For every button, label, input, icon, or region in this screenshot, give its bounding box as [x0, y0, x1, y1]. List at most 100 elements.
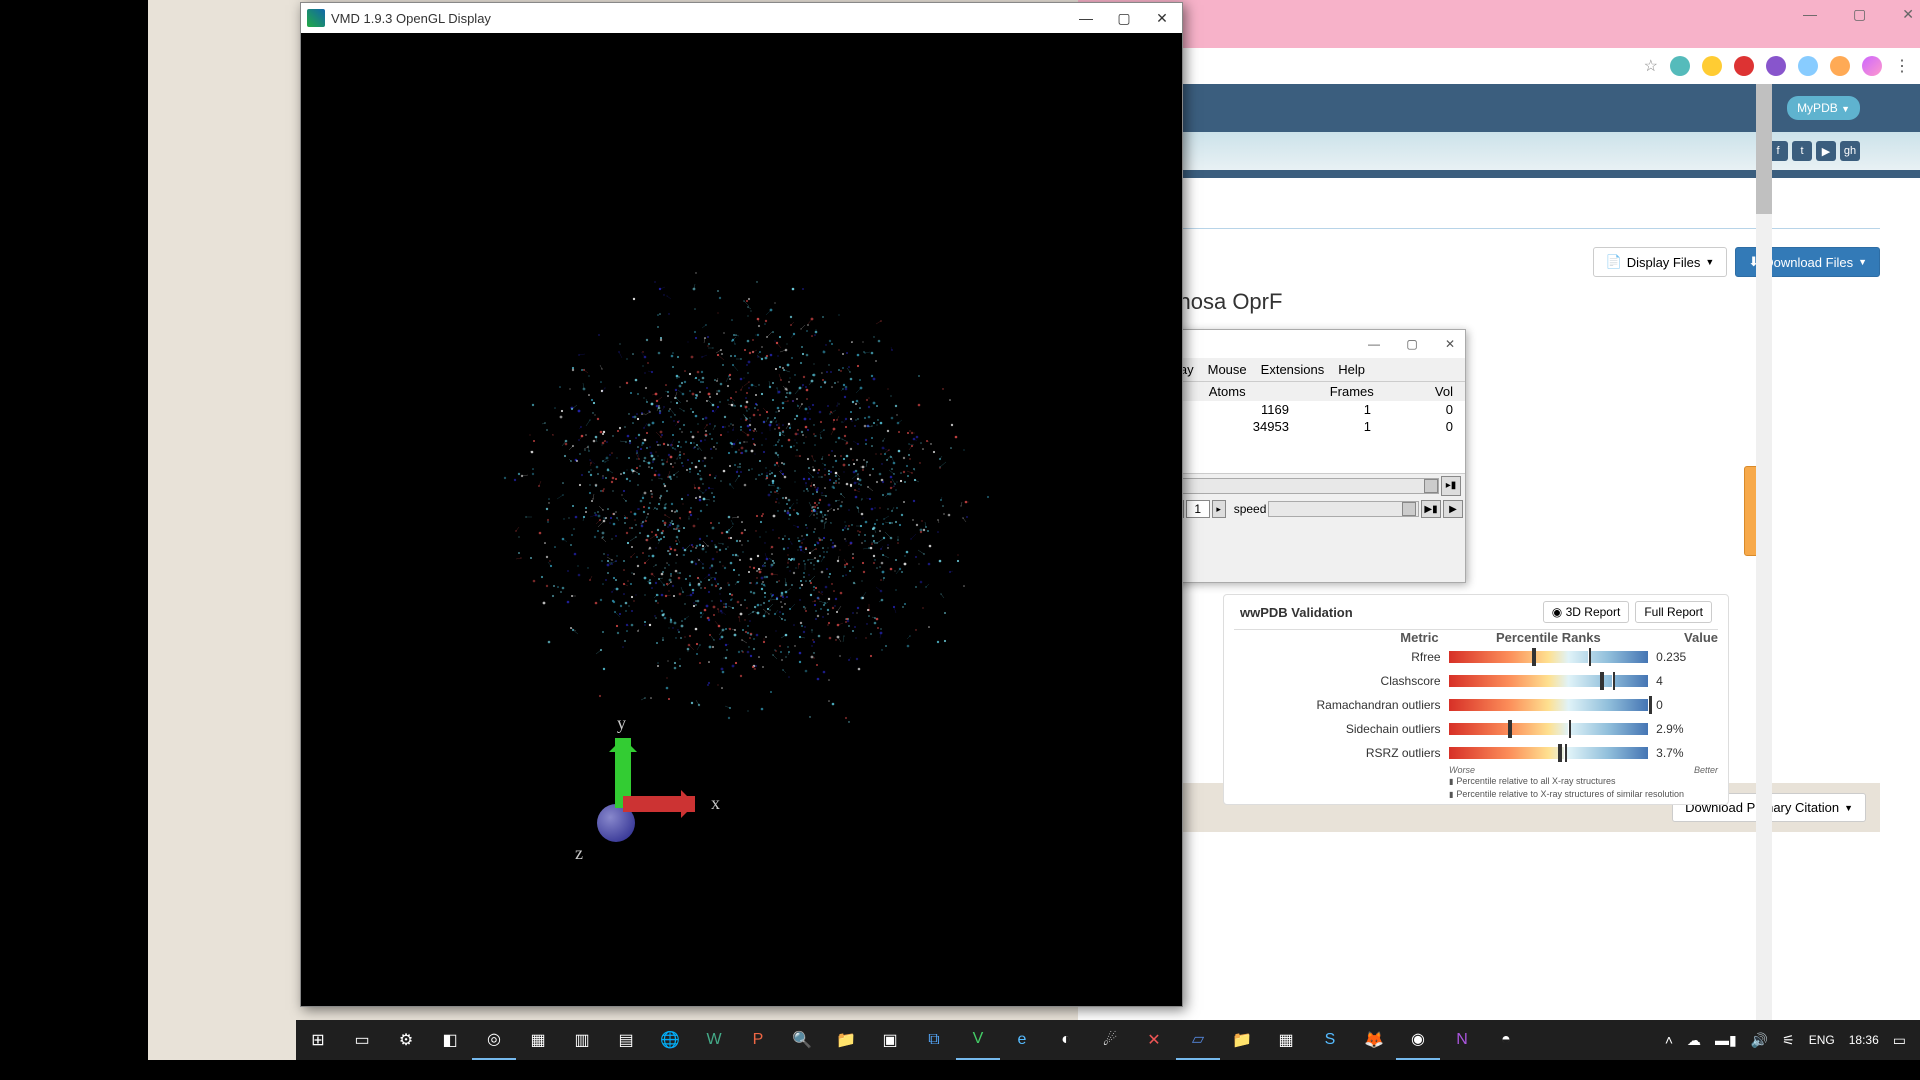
onenote-icon[interactable]: N	[1440, 1020, 1484, 1060]
frame-end-button[interactable]: ▸▮	[1441, 476, 1461, 496]
taskbar-app[interactable]: ☄	[1088, 1020, 1132, 1060]
skype-icon[interactable]: S	[1308, 1020, 1352, 1060]
speed-slider[interactable]	[1268, 501, 1419, 517]
extension-icon[interactable]	[1798, 56, 1818, 76]
youtube-icon[interactable]: ▶	[1816, 141, 1836, 161]
cloud-icon[interactable]: ☁	[1687, 1032, 1701, 1049]
vmd-main-minimize[interactable]: ―	[1367, 337, 1381, 351]
step-up-button[interactable]: ▸	[1212, 500, 1226, 518]
vmd-main-maximize[interactable]: ▢	[1405, 337, 1419, 351]
vmd-main-window: ― ▢ ✕ Display Mouse Extensions Help Atom…	[1142, 329, 1466, 583]
taskbar-app[interactable]: 📁	[1220, 1020, 1264, 1060]
col-frames: Frames	[1258, 382, 1386, 401]
full-report-button[interactable]: Full Report	[1635, 601, 1712, 623]
table-row[interactable]: 3495310	[1143, 418, 1465, 435]
edge-icon[interactable]: e	[1000, 1020, 1044, 1060]
taskbar-app[interactable]: 🔍	[780, 1020, 824, 1060]
y-axis-label: y	[617, 713, 626, 734]
adblock-icon[interactable]	[1734, 56, 1754, 76]
browser-scrollbar[interactable]	[1756, 84, 1772, 1024]
molecule-render	[482, 240, 1002, 760]
validation-row: Ramachandran outliers 0	[1234, 693, 1718, 717]
browser-toolbar: ☆ ⋮	[1078, 48, 1920, 84]
battery-icon[interactable]: ▬▮	[1715, 1032, 1737, 1049]
language-indicator[interactable]: ENG	[1809, 1033, 1835, 1047]
chrome-icon[interactable]: ◉	[1396, 1020, 1440, 1060]
taskbar-app[interactable]: 🌐	[648, 1020, 692, 1060]
extension-icon[interactable]	[1766, 56, 1786, 76]
taskbar-app[interactable]: ▤	[604, 1020, 648, 1060]
table-row[interactable]: 116910	[1143, 401, 1465, 418]
notifications-icon[interactable]: ▭	[1893, 1032, 1906, 1049]
z-axis-label: z	[575, 843, 583, 864]
frame-slider-row: ▸▮	[1143, 473, 1465, 497]
taskbar-app[interactable]: ▦	[1264, 1020, 1308, 1060]
x-axis-label: x	[711, 793, 720, 814]
frame-slider[interactable]	[1145, 478, 1439, 494]
mypdb-button[interactable]: MyPDB ▼	[1787, 96, 1860, 120]
vmd-opengl-window: VMD 1.9.3 OpenGL Display ― ▢ ✕ y x z	[300, 2, 1183, 1007]
clock[interactable]: 18:36	[1849, 1033, 1879, 1047]
powershell-icon[interactable]: ▱	[1176, 1020, 1220, 1060]
vmd-gl-title: VMD 1.9.3 OpenGL Display	[331, 11, 1072, 26]
extension-icon[interactable]	[1670, 56, 1690, 76]
x-axis-icon	[623, 796, 695, 812]
legend-similar: Percentile relative to X-ray structures …	[1449, 789, 1684, 799]
firefox-icon[interactable]: 🦊	[1352, 1020, 1396, 1060]
3d-report-button[interactable]: ◉ 3D Report	[1543, 601, 1630, 623]
windows-taskbar: ⊞ ▭ ⚙ ◧ ◎ ▦ ▥ ▤ 🌐 W P 🔍 📁 ▣ ⧉ V e ◐ ☄ ✕ …	[296, 1020, 1920, 1060]
github-icon[interactable]: gh	[1840, 141, 1860, 161]
twitter-icon[interactable]: t	[1792, 141, 1812, 161]
taskbar-app[interactable]: ▥	[560, 1020, 604, 1060]
extension-icon[interactable]	[1830, 56, 1850, 76]
menu-mouse[interactable]: Mouse	[1208, 362, 1247, 377]
browser-minimize[interactable]: ―	[1803, 6, 1817, 23]
browser-close[interactable]: ✕	[1902, 6, 1914, 23]
settings-icon[interactable]: ⚙	[384, 1020, 428, 1060]
vmd-gl-minimize[interactable]: ―	[1078, 10, 1094, 27]
desktop-area: ― ▢ ✕ ☆ ⋮ MyPDB ▼ f t ▶ gh 📄 Display Fil…	[148, 0, 1772, 1060]
taskbar-app[interactable]: ▣	[868, 1020, 912, 1060]
vmd-taskbar-icon[interactable]: V	[956, 1020, 1000, 1060]
value-header: Value	[1648, 630, 1718, 645]
vmd-gl-maximize[interactable]: ▢	[1116, 10, 1132, 27]
col-vol: Vol	[1386, 382, 1465, 401]
bookmark-star-icon[interactable]: ☆	[1644, 56, 1658, 76]
tray-chevron-icon[interactable]: ˄	[1665, 1032, 1673, 1048]
profile-avatar-icon[interactable]	[1862, 56, 1882, 76]
play-button[interactable]: ▶	[1443, 500, 1463, 518]
vmd-gl-titlebar: VMD 1.9.3 OpenGL Display ― ▢ ✕	[301, 3, 1182, 33]
word-icon[interactable]: W	[692, 1020, 736, 1060]
file-explorer-icon[interactable]: 📁	[824, 1020, 868, 1060]
browser-maximize[interactable]: ▢	[1853, 6, 1866, 23]
taskbar-app[interactable]: ✕	[1132, 1020, 1176, 1060]
worse-label: Worse	[1449, 765, 1475, 775]
taskbar-app[interactable]: ◧	[428, 1020, 472, 1060]
step-input[interactable]	[1186, 500, 1210, 518]
start-button[interactable]: ⊞	[296, 1020, 340, 1060]
vmd-main-close[interactable]: ✕	[1443, 337, 1457, 351]
network-icon[interactable]: ⚟	[1782, 1032, 1795, 1049]
display-files-button[interactable]: 📄 Display Files ▼	[1593, 247, 1728, 277]
taskbar-app[interactable]: ◎	[472, 1020, 516, 1060]
vscode-icon[interactable]: ⧉	[912, 1020, 956, 1060]
speed-label: speed	[1234, 502, 1267, 516]
steam-icon[interactable]: ◓	[1484, 1020, 1528, 1060]
validation-row: RSRZ outliers 3.7%	[1234, 741, 1718, 765]
taskbar-app[interactable]: ◐	[1044, 1020, 1088, 1060]
opengl-viewport[interactable]: y x z	[301, 33, 1182, 1006]
legend-all: Percentile relative to all X-ray structu…	[1449, 776, 1615, 786]
taskbar-app[interactable]: ▦	[516, 1020, 560, 1060]
extension-icon[interactable]	[1702, 56, 1722, 76]
kebab-menu-icon[interactable]: ⋮	[1894, 56, 1910, 76]
play-fwd-button[interactable]: ▶▮	[1421, 500, 1441, 518]
validation-row: Rfree 0.235	[1234, 645, 1718, 669]
task-view-icon[interactable]: ▭	[340, 1020, 384, 1060]
better-label: Better	[1694, 765, 1718, 775]
powerpoint-icon[interactable]: P	[736, 1020, 780, 1060]
vmd-menu-bar: Display Mouse Extensions Help	[1143, 358, 1465, 382]
vmd-gl-close[interactable]: ✕	[1154, 10, 1170, 27]
menu-extensions[interactable]: Extensions	[1261, 362, 1325, 377]
menu-help[interactable]: Help	[1338, 362, 1365, 377]
volume-icon[interactable]: 🔊	[1751, 1032, 1768, 1049]
